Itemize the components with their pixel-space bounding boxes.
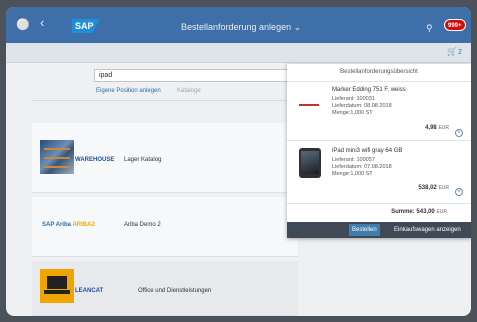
item-name[interactable]: Marker Edding 751 F. weiss bbox=[332, 87, 406, 93]
item-price-value: 4,98 bbox=[425, 125, 437, 131]
item-delivery: Lieferdatum: 07.08.2018 bbox=[332, 164, 392, 170]
divider bbox=[32, 100, 292, 101]
chevron-down-icon: ⌄ bbox=[293, 22, 302, 32]
cart-count[interactable]: 2 bbox=[458, 49, 462, 56]
item-name[interactable]: iPad mini3 wifi gray 64 GB bbox=[332, 148, 402, 154]
leancat-brand: LEANCAT bbox=[75, 288, 104, 294]
sum-label: Summe: bbox=[391, 209, 415, 215]
item-quantity: Menge:1,000 ST bbox=[332, 171, 373, 177]
item-price-currency: EUR bbox=[438, 185, 449, 191]
popover-title: Bestellanforderungsübersicht bbox=[340, 69, 418, 75]
sum-value: 543,00 bbox=[416, 209, 435, 215]
laptop-icon bbox=[40, 269, 74, 303]
show-cart-button[interactable]: Einkaufswagen anzeigen bbox=[391, 224, 464, 236]
warehouse-brand: WAREHOUSE bbox=[75, 157, 115, 163]
sum-currency: EUR bbox=[436, 209, 447, 215]
warehouse-image bbox=[40, 140, 74, 174]
sub-header-bar bbox=[6, 43, 471, 63]
divider bbox=[287, 140, 471, 141]
divider bbox=[287, 203, 471, 204]
user-icon[interactable]: ⚪ bbox=[16, 17, 30, 33]
own-position-link[interactable]: Eigene Position anlegen bbox=[96, 88, 161, 94]
order-button[interactable]: Bestellen bbox=[349, 224, 380, 236]
ariba-brand-ariba2: ARIBA2 bbox=[72, 222, 95, 228]
search-icon[interactable]: ⚲ bbox=[426, 20, 433, 36]
item-price-currency: EUR bbox=[438, 125, 449, 131]
page-title[interactable]: Bestellanforderung anlegen ⌄ bbox=[181, 22, 301, 33]
ipad-image bbox=[299, 148, 321, 178]
cart-overview-popover: Bestellanforderungsübersicht Marker Eddi… bbox=[287, 64, 471, 238]
item-quantity: Menge:1,000 ST bbox=[332, 110, 373, 116]
item-price: 538,02 EUR bbox=[418, 185, 449, 191]
sap-logo[interactable]: SAP bbox=[72, 19, 100, 33]
ariba-brand-sap: SAP Ariba bbox=[42, 222, 72, 228]
shopping-cart-icon[interactable]: 🛒 bbox=[447, 47, 457, 56]
item-delivery: Lieferdatum: 08.08.2018 bbox=[332, 103, 392, 109]
remove-item-icon[interactable]: × bbox=[455, 188, 463, 196]
divider bbox=[287, 81, 471, 82]
catalog-label: Lager Katalog bbox=[124, 157, 162, 163]
popover-footer: Bestellen Einkaufswagen anzeigen bbox=[287, 222, 471, 238]
app-window: ⚪ ‹ SAP Bestellanforderung anlegen ⌄ ⚲ 9… bbox=[6, 7, 471, 316]
shell-bar: ⚪ ‹ SAP Bestellanforderung anlegen ⌄ ⚲ 9… bbox=[6, 7, 471, 43]
ariba-brand: SAP Ariba ARIBA2 bbox=[42, 222, 95, 228]
marker-image bbox=[299, 104, 319, 106]
catalog-label: Ariba Demo 2 bbox=[124, 222, 161, 228]
catalog-tile-warehouse[interactable]: WAREHOUSE Lager Katalog bbox=[32, 123, 298, 193]
item-price-value: 538,02 bbox=[418, 185, 437, 191]
catalogs-link[interactable]: Kataloge bbox=[177, 88, 201, 94]
catalog-label: Office und Dienstleistungen bbox=[138, 288, 212, 294]
page-title-text: Bestellanforderung anlegen bbox=[181, 22, 292, 32]
catalog-tile-ariba[interactable]: SAP Ariba ARIBA2 Ariba Demo 2 bbox=[32, 197, 298, 257]
notification-badge[interactable]: 999+ bbox=[444, 19, 466, 31]
search-input[interactable]: ipad bbox=[94, 69, 294, 82]
item-supplier: Lieferant: 100031 bbox=[332, 96, 375, 102]
item-supplier: Lieferant: 100057 bbox=[332, 157, 375, 163]
remove-item-icon[interactable]: × bbox=[455, 129, 463, 137]
back-icon[interactable]: ‹ bbox=[40, 15, 44, 31]
catalog-tile-leancat[interactable]: LEANCAT Office und Dienstleistungen bbox=[32, 261, 298, 316]
cart-sum: Summe: 543,00 EUR bbox=[391, 209, 447, 215]
item-price: 4,98 EUR bbox=[425, 125, 449, 131]
